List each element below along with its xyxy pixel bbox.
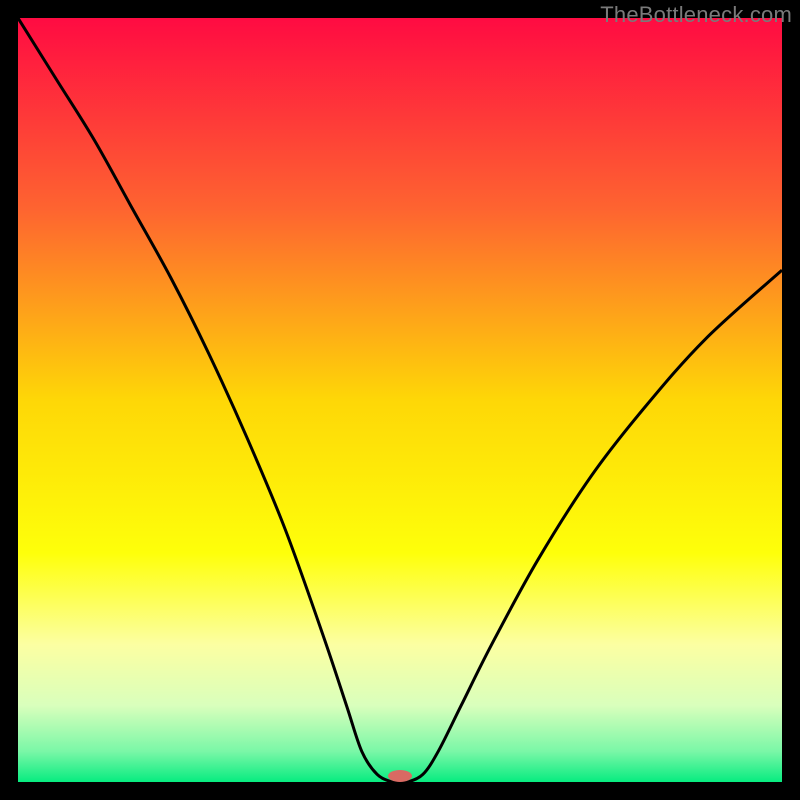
optimal-marker — [388, 770, 412, 782]
gradient-background — [18, 18, 782, 782]
chart-frame — [18, 18, 782, 782]
bottleneck-chart — [18, 18, 782, 782]
watermark-text: TheBottleneck.com — [600, 2, 792, 28]
